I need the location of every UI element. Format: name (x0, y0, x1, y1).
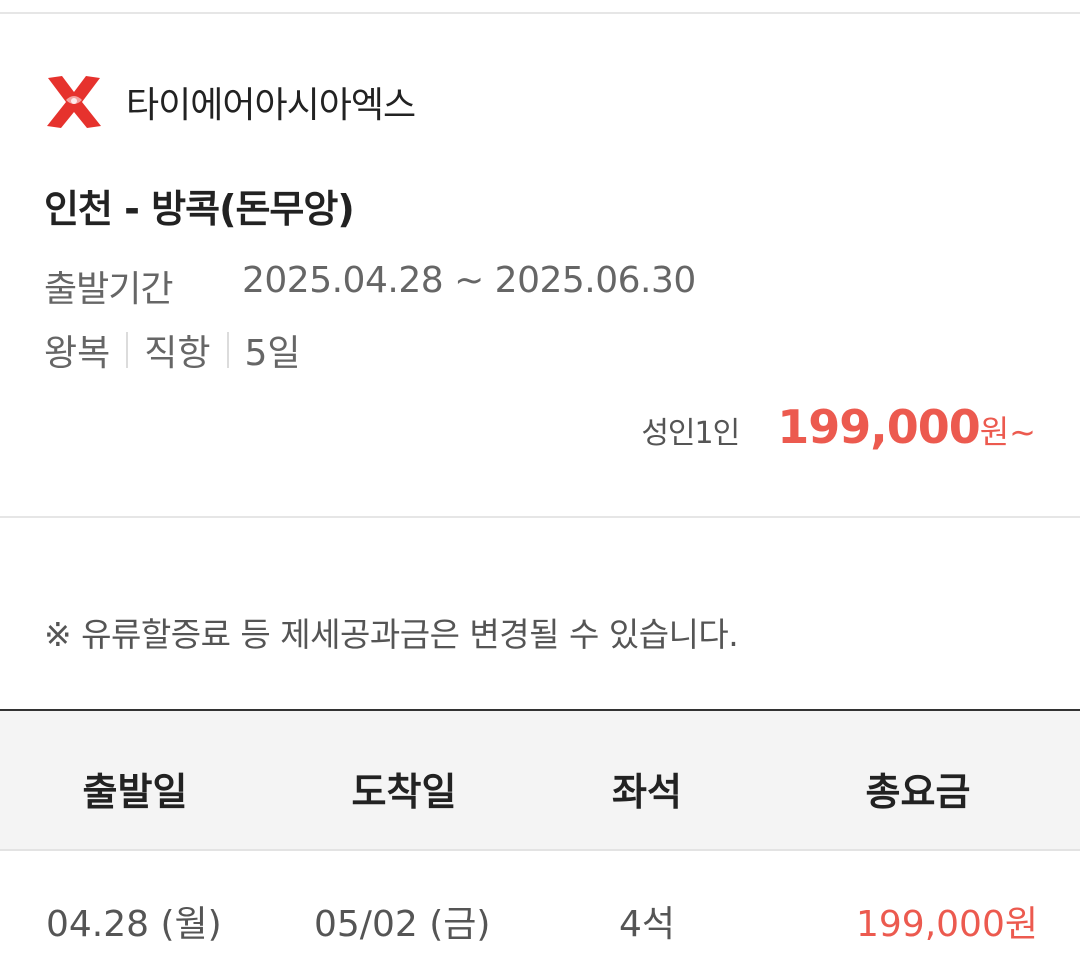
period-label: 출발기간 (44, 269, 173, 310)
tag-divider (226, 332, 229, 368)
departure-period: 출발기간 2025.04.28 ~ 2025.06.30 (44, 260, 696, 312)
schedule-table-header: 출발일 도착일 좌석 총요금 (0, 709, 1080, 851)
header-departure: 출발일 (82, 770, 188, 814)
section-divider (0, 516, 1080, 518)
tag-flight-type: 직항 (144, 333, 211, 374)
header-arrival: 도착일 (351, 770, 457, 814)
airasia-x-logo-icon (47, 76, 101, 128)
flight-product-card: 타이에어아시아엑스 인천 - 방콕(돈무앙) 출발기간 2025.04.28 ~… (0, 0, 1080, 980)
price-person-label: 성인1인 (641, 416, 740, 451)
airline-name: 타이에어아시아엑스 (126, 85, 416, 126)
top-divider (0, 12, 1080, 14)
row-arrival-date: 05/02 (금) (314, 904, 491, 945)
header-seats: 좌석 (612, 770, 682, 814)
tax-notice: ※ 유류할증료 등 제세공과금은 변경될 수 있습니다. (44, 615, 739, 654)
tag-divider (126, 332, 129, 368)
row-seats: 4석 (619, 904, 676, 945)
table-row[interactable]: 04.28 (월) 05/02 (금) 4석 199,000원 (0, 851, 1080, 980)
tag-duration: 5일 (244, 333, 301, 374)
header-total-fare: 총요금 (865, 770, 971, 814)
period-value: 2025.04.28 ~ 2025.06.30 (242, 260, 696, 301)
tag-trip-type: 왕복 (44, 333, 111, 374)
price-amount: 199,000 (777, 400, 981, 454)
route-title: 인천 - 방콕(돈무앙) (44, 187, 355, 231)
price-summary: 성인1인 199,000 원~ (641, 400, 1036, 454)
airline-header: 타이에어아시아엑스 (44, 74, 416, 130)
row-total-fare: 199,000원 (856, 904, 1038, 945)
price-unit: 원~ (979, 413, 1036, 451)
row-departure-date: 04.28 (월) (46, 904, 222, 945)
trip-tags: 왕복 직항 5일 (44, 324, 301, 376)
